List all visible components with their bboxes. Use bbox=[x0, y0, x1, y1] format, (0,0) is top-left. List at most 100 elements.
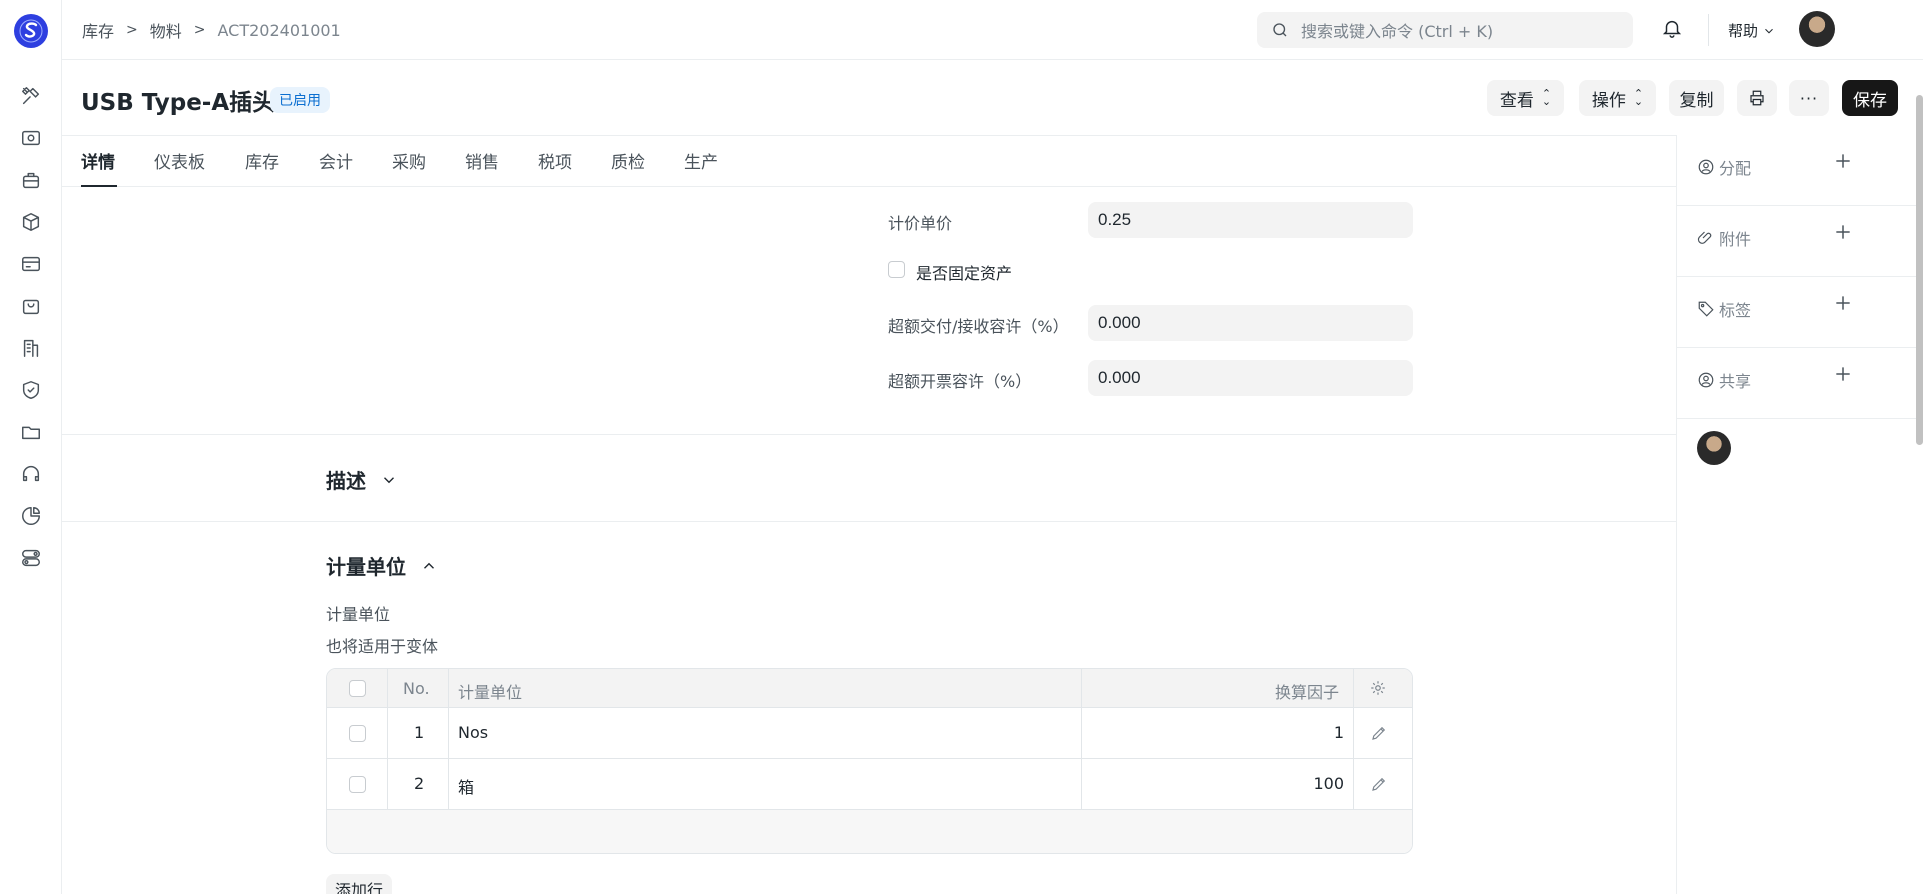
over-delivery-label: 超额交付/接收容许（%） bbox=[888, 317, 1069, 336]
tags-label: 标签 bbox=[1719, 301, 1752, 320]
uom-table: No. 计量单位 换算因子 1 Nos 1 2 箱 100 bbox=[326, 668, 1413, 854]
edit-icon[interactable] bbox=[1370, 775, 1388, 797]
side-panel: 分配 附件 标签 共享 bbox=[1676, 135, 1923, 894]
add-row-button[interactable]: 添加行 bbox=[326, 874, 393, 894]
tools-icon[interactable] bbox=[19, 84, 43, 108]
breadcrumb-item[interactable]: 物料 bbox=[150, 18, 182, 42]
paperclip-icon bbox=[1697, 231, 1712, 244]
top-bar: 库存 > 物料 > ACT202401001 bbox=[62, 0, 1923, 60]
app-sidebar bbox=[0, 0, 62, 894]
uom-section-title: 计量单位 bbox=[326, 555, 406, 579]
row-uom[interactable]: Nos bbox=[458, 723, 488, 742]
tab-accounting[interactable]: 会计 bbox=[319, 148, 353, 173]
search-input[interactable]: 搜索或键入命令 (Ctrl + K) bbox=[1257, 12, 1633, 48]
eye-icon[interactable] bbox=[19, 126, 43, 150]
tab-bar: 详情 仪表板 库存 会计 采购 销售 税项 质检 生产 bbox=[62, 135, 1676, 187]
search-icon bbox=[1273, 23, 1287, 37]
header-no: No. bbox=[403, 679, 430, 698]
help-dropdown[interactable]: 帮助 bbox=[1728, 20, 1776, 41]
row-factor[interactable]: 100 bbox=[1313, 774, 1344, 793]
updown-icon: ⌃ ⌄ bbox=[1541, 87, 1552, 108]
folder-icon[interactable] bbox=[19, 420, 43, 444]
column-divider bbox=[1081, 669, 1082, 810]
chevron-down-icon bbox=[1765, 28, 1773, 33]
over-delivery-input[interactable]: 0.000 bbox=[1088, 305, 1413, 341]
pie-chart-icon[interactable] bbox=[19, 504, 43, 528]
valuation-rate-input[interactable]: 0.25 bbox=[1088, 202, 1413, 238]
add-assign-button[interactable] bbox=[1833, 151, 1857, 175]
owner-avatar[interactable] bbox=[1697, 431, 1731, 465]
plus-icon bbox=[1836, 296, 1850, 310]
actions-button[interactable]: 操作 ⌃ ⌄ bbox=[1579, 80, 1656, 116]
fixed-asset-checkbox[interactable] bbox=[888, 261, 905, 278]
copy-button[interactable]: 复制 bbox=[1669, 80, 1724, 116]
description-section-title: 描述 bbox=[326, 469, 366, 493]
breadcrumb: 库存 > 物料 > ACT202401001 bbox=[82, 18, 341, 42]
copy-label: 复制 bbox=[1679, 90, 1714, 111]
view-label: 查看 bbox=[1499, 90, 1534, 111]
tags-section: 标签 bbox=[1677, 277, 1923, 348]
user-assign-icon bbox=[1698, 159, 1714, 175]
add-tag-button[interactable] bbox=[1833, 293, 1857, 317]
ellipsis-icon: ··· bbox=[1799, 88, 1819, 108]
tab-purchasing[interactable]: 采购 bbox=[392, 148, 426, 173]
briefcase-icon[interactable] bbox=[19, 168, 43, 192]
column-divider bbox=[1353, 669, 1354, 810]
card-icon[interactable] bbox=[19, 252, 43, 276]
row-uom[interactable]: 箱 bbox=[458, 774, 474, 798]
box-icon[interactable] bbox=[19, 210, 43, 234]
share-section: 共享 bbox=[1677, 348, 1923, 419]
bell-icon[interactable] bbox=[1661, 17, 1683, 43]
assign-section: 分配 bbox=[1677, 135, 1923, 206]
bag-icon[interactable] bbox=[19, 294, 43, 318]
tab-quality[interactable]: 质检 bbox=[611, 148, 645, 173]
description-section-toggle[interactable]: 描述 bbox=[326, 465, 398, 494]
view-button[interactable]: 查看 ⌃ ⌄ bbox=[1487, 80, 1564, 116]
page-title: USB Type-A插头 bbox=[81, 90, 276, 116]
chevron-up-icon bbox=[424, 562, 434, 569]
user-avatar[interactable] bbox=[1799, 11, 1835, 47]
shield-icon[interactable] bbox=[19, 378, 43, 402]
plus-icon bbox=[1836, 154, 1850, 168]
user-share-icon bbox=[1698, 372, 1714, 388]
edit-icon[interactable] bbox=[1370, 724, 1388, 746]
more-button[interactable]: ··· bbox=[1789, 80, 1829, 116]
tab-manufacturing[interactable]: 生产 bbox=[684, 148, 718, 173]
save-button[interactable]: 保存 bbox=[1842, 80, 1898, 116]
attachments-section: 附件 bbox=[1677, 206, 1923, 277]
row-checkbox[interactable] bbox=[349, 725, 366, 742]
save-label: 保存 bbox=[1853, 90, 1887, 111]
section-divider bbox=[62, 521, 1676, 522]
add-share-button[interactable] bbox=[1833, 364, 1857, 388]
add-attachment-button[interactable] bbox=[1833, 222, 1857, 246]
app-logo[interactable] bbox=[14, 14, 48, 48]
chevron-right-icon: > bbox=[193, 22, 206, 38]
breadcrumb-item[interactable]: 库存 bbox=[82, 18, 114, 42]
headset-icon[interactable] bbox=[19, 462, 43, 486]
table-row[interactable]: 1 Nos 1 bbox=[327, 708, 1412, 759]
select-all-checkbox[interactable] bbox=[349, 680, 366, 697]
tab-inventory[interactable]: 库存 bbox=[245, 148, 279, 173]
row-checkbox[interactable] bbox=[349, 776, 366, 793]
building-icon[interactable] bbox=[19, 336, 43, 360]
tab-dashboard[interactable]: 仪表板 bbox=[154, 148, 205, 173]
tab-details[interactable]: 详情 bbox=[81, 148, 115, 173]
column-divider bbox=[387, 669, 388, 810]
uom-section-toggle[interactable]: 计量单位 bbox=[326, 551, 438, 580]
table-row[interactable]: 2 箱 100 bbox=[327, 759, 1412, 810]
breadcrumb-item[interactable]: ACT202401001 bbox=[218, 21, 341, 40]
tab-tax[interactable]: 税项 bbox=[538, 148, 572, 173]
toggles-icon[interactable] bbox=[19, 546, 43, 570]
gear-icon[interactable] bbox=[1369, 679, 1387, 701]
printer-icon bbox=[1750, 90, 1764, 106]
divider bbox=[1708, 14, 1709, 46]
print-button[interactable] bbox=[1737, 80, 1777, 116]
scrollbar[interactable] bbox=[1916, 95, 1923, 445]
tab-sales[interactable]: 销售 bbox=[465, 148, 499, 173]
share-label: 共享 bbox=[1719, 372, 1752, 391]
row-factor[interactable]: 1 bbox=[1334, 723, 1344, 742]
uom-table-label: 计量单位 bbox=[326, 605, 391, 624]
plus-icon bbox=[1836, 225, 1850, 239]
active-tab-indicator bbox=[81, 185, 117, 187]
over-billing-input[interactable]: 0.000 bbox=[1088, 360, 1413, 396]
